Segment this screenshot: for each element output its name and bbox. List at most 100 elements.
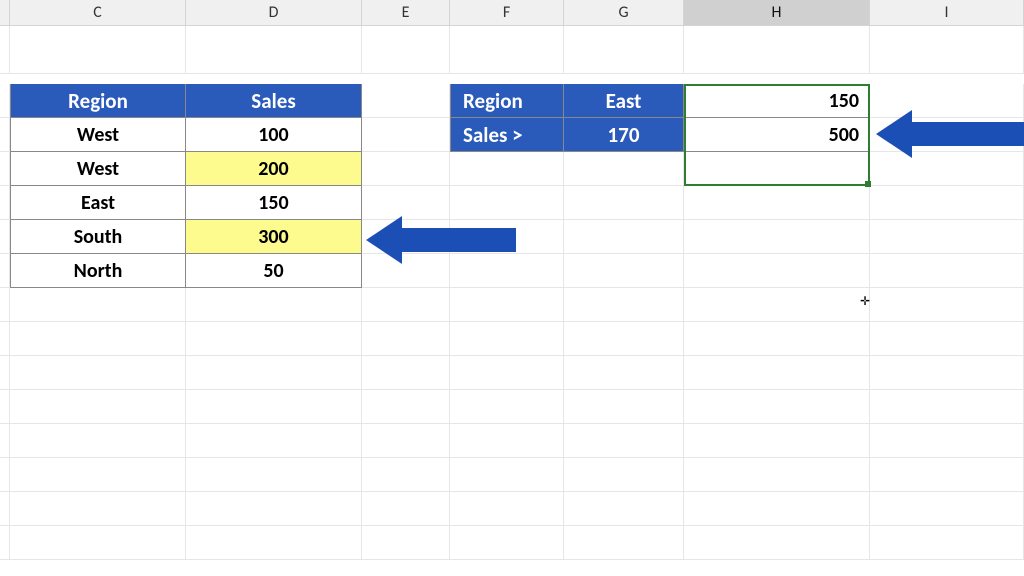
criteria-result-2[interactable]: 500 [684,118,870,152]
c[interactable] [564,424,684,458]
c[interactable] [10,526,186,560]
c[interactable] [564,492,684,526]
cell-b3[interactable] [0,118,10,152]
cell-g4[interactable] [564,152,684,186]
c[interactable] [10,356,186,390]
c[interactable] [684,526,870,560]
cell-b7[interactable] [0,254,10,288]
cell-e1[interactable] [362,26,450,74]
cell-f5[interactable] [450,186,564,220]
c[interactable] [684,458,870,492]
cell-h5[interactable] [684,186,870,220]
c[interactable] [10,390,186,424]
c[interactable] [186,424,362,458]
cell-e3[interactable] [362,118,450,152]
cell-e5[interactable] [362,186,450,220]
c[interactable] [362,526,450,560]
cell-d8[interactable] [186,288,362,322]
c[interactable] [684,424,870,458]
c[interactable] [870,356,1024,390]
cell-e6[interactable] [362,220,450,254]
cell-c8[interactable] [10,288,186,322]
cell-region-4[interactable]: South [10,220,186,254]
cell-i1[interactable] [870,26,1024,74]
col-header-i[interactable]: I [870,0,1024,25]
c[interactable] [0,356,10,390]
criteria-value-sales[interactable]: 170 [564,118,684,152]
cell-sales-1[interactable]: 100 [186,118,362,152]
cell-g7[interactable] [564,254,684,288]
cell-i3[interactable] [870,118,1024,152]
c[interactable] [0,390,10,424]
c[interactable] [450,492,564,526]
cell-e4[interactable] [362,152,450,186]
cell-h9[interactable] [684,322,870,356]
c[interactable] [10,492,186,526]
c[interactable] [0,492,10,526]
cell-i4[interactable] [870,152,1024,186]
cell-sales-4[interactable]: 300 [186,220,362,254]
cell-g6[interactable] [564,220,684,254]
col-header-e[interactable]: E [362,0,450,25]
c[interactable] [10,458,186,492]
c[interactable] [186,356,362,390]
c[interactable] [186,526,362,560]
cell-d9[interactable] [186,322,362,356]
c[interactable] [450,526,564,560]
cell-e9[interactable] [362,322,450,356]
cell-f6[interactable] [450,220,564,254]
c[interactable] [564,356,684,390]
cell-h4[interactable] [684,152,870,186]
criteria-label-region[interactable]: Region [450,84,564,118]
c[interactable] [186,390,362,424]
c[interactable] [450,458,564,492]
c[interactable] [186,492,362,526]
col-header-b[interactable] [0,0,10,25]
cell-sales-3[interactable]: 150 [186,186,362,220]
cell-e2[interactable] [362,84,450,118]
c[interactable] [870,390,1024,424]
col-header-c[interactable]: C [10,0,186,25]
c[interactable] [362,492,450,526]
cell-f1[interactable] [450,26,564,74]
table-header-region[interactable]: Region [10,84,186,118]
c[interactable] [10,424,186,458]
cell-sales-2[interactable]: 200 [186,152,362,186]
spreadsheet-grid[interactable]: C D E F G H I [0,0,1024,576]
c[interactable] [0,526,10,560]
cell-region-2[interactable]: West [10,152,186,186]
col-header-f[interactable]: F [450,0,564,25]
cell-h1[interactable] [684,26,870,74]
cell-g8[interactable] [564,288,684,322]
cell-f4[interactable] [450,152,564,186]
cell-h8[interactable] [684,288,870,322]
col-header-h[interactable]: H [684,0,870,25]
c[interactable] [684,390,870,424]
c[interactable] [450,390,564,424]
cell-i9[interactable] [870,322,1024,356]
cell-b8[interactable] [0,288,10,322]
cell-g5[interactable] [564,186,684,220]
cell-d1[interactable] [186,26,362,74]
c[interactable] [684,492,870,526]
cell-region-1[interactable]: West [10,118,186,152]
c[interactable] [0,458,10,492]
cell-region-5[interactable]: North [10,254,186,288]
cell-i8[interactable] [870,288,1024,322]
cell-f8[interactable] [450,288,564,322]
cell-b2[interactable] [0,84,10,118]
table-header-sales[interactable]: Sales [186,84,362,118]
c[interactable] [870,492,1024,526]
cell-i7[interactable] [870,254,1024,288]
cell-f7[interactable] [450,254,564,288]
c[interactable] [564,458,684,492]
c[interactable] [0,424,10,458]
cell-b5[interactable] [0,186,10,220]
cell-i2[interactable] [870,84,1024,118]
cell-b6[interactable] [0,220,10,254]
cell-h7[interactable] [684,254,870,288]
cell-f9[interactable] [450,322,564,356]
criteria-label-sales[interactable]: Sales > [450,118,564,152]
cell-e8[interactable] [362,288,450,322]
cell-g1[interactable] [564,26,684,74]
